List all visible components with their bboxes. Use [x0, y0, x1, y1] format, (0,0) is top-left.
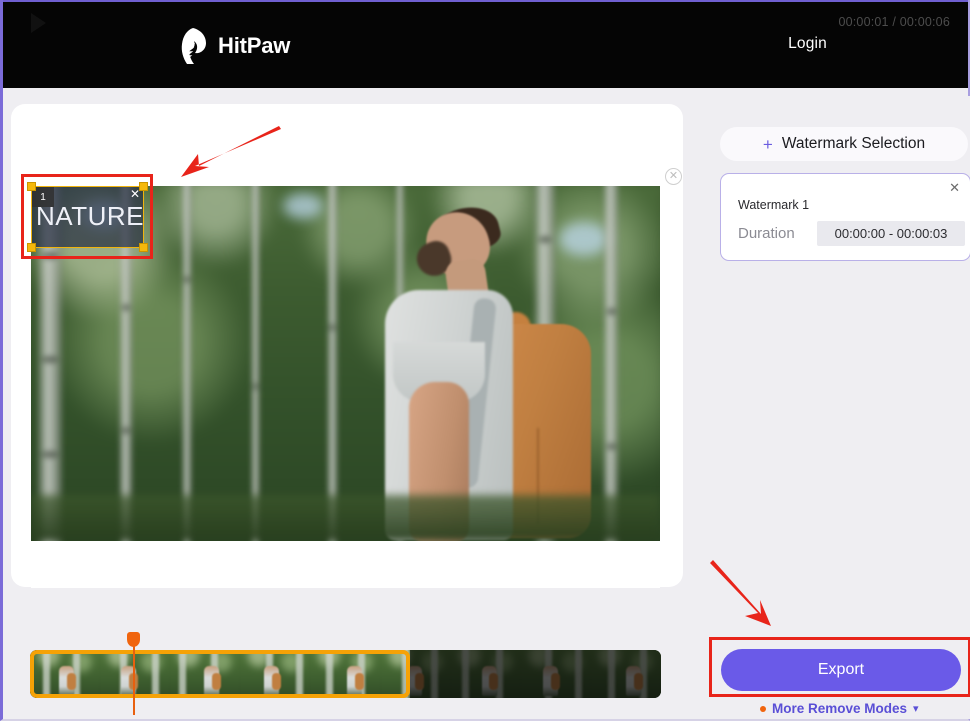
timeline-filmstrip[interactable]	[30, 650, 661, 698]
resize-handle-bottom-left-icon[interactable]	[27, 243, 36, 252]
timeline-frame	[100, 650, 171, 698]
player-controls	[31, 541, 660, 588]
status-dot-icon	[760, 705, 766, 712]
more-remove-modes-label: More Remove Modes	[772, 701, 908, 716]
hitpaw-paw-logo-icon	[181, 28, 206, 64]
timeline-frame	[240, 650, 311, 698]
watermark-text: NATURE	[36, 201, 144, 231]
brand-logo: HitPaw	[179, 27, 290, 65]
app-window: HitPaw Login ✕ 1 ✕ NATURE 00:00:01 / 00:…	[0, 0, 970, 721]
timeline-frame	[170, 650, 241, 698]
timeline-unselected-region	[410, 650, 661, 698]
watermark-card-title: Watermark 1	[738, 198, 810, 212]
watermark-selection-label: Watermark Selection	[781, 135, 926, 152]
watermark-selection-button[interactable]: + Watermark Selection	[720, 127, 968, 161]
sidebar-panel: + Watermark Selection ✕ Watermark 1 Dura…	[693, 96, 970, 719]
chevron-down-icon: ▾	[913, 703, 919, 715]
watermark-item-card[interactable]: ✕ Watermark 1 Duration 00:00:00 - 00:00:…	[720, 173, 970, 261]
watermark-selection-overlay[interactable]: 1 ✕ NATURE	[27, 182, 148, 252]
duration-value-field[interactable]: 00:00:00 - 00:00:03	[817, 221, 965, 246]
resize-handle-bottom-right-icon[interactable]	[139, 243, 148, 252]
more-remove-modes-toggle[interactable]: More Remove Modes ▾	[760, 701, 919, 716]
time-display: 00:00:01 / 00:00:06	[838, 15, 950, 29]
video-subject	[361, 200, 651, 541]
watermark-card-close-icon[interactable]: ✕	[949, 181, 960, 194]
timeline-frame	[30, 650, 101, 698]
export-button[interactable]: Export	[721, 649, 961, 691]
plus-icon: +	[762, 134, 773, 154]
timeline-playhead-line	[133, 645, 135, 715]
playhead-marker-icon[interactable]	[127, 632, 140, 647]
top-bar: HitPaw Login	[3, 0, 968, 88]
login-button[interactable]: Login	[788, 35, 827, 53]
brand-name: HitPaw	[218, 33, 291, 58]
resize-handle-top-right-icon[interactable]	[139, 182, 148, 191]
timeline-frame	[310, 650, 381, 698]
duration-label: Duration	[738, 225, 795, 242]
play-icon[interactable]	[31, 13, 46, 33]
close-circle-icon[interactable]: ✕	[665, 168, 682, 185]
resize-handle-top-left-icon[interactable]	[27, 182, 36, 191]
